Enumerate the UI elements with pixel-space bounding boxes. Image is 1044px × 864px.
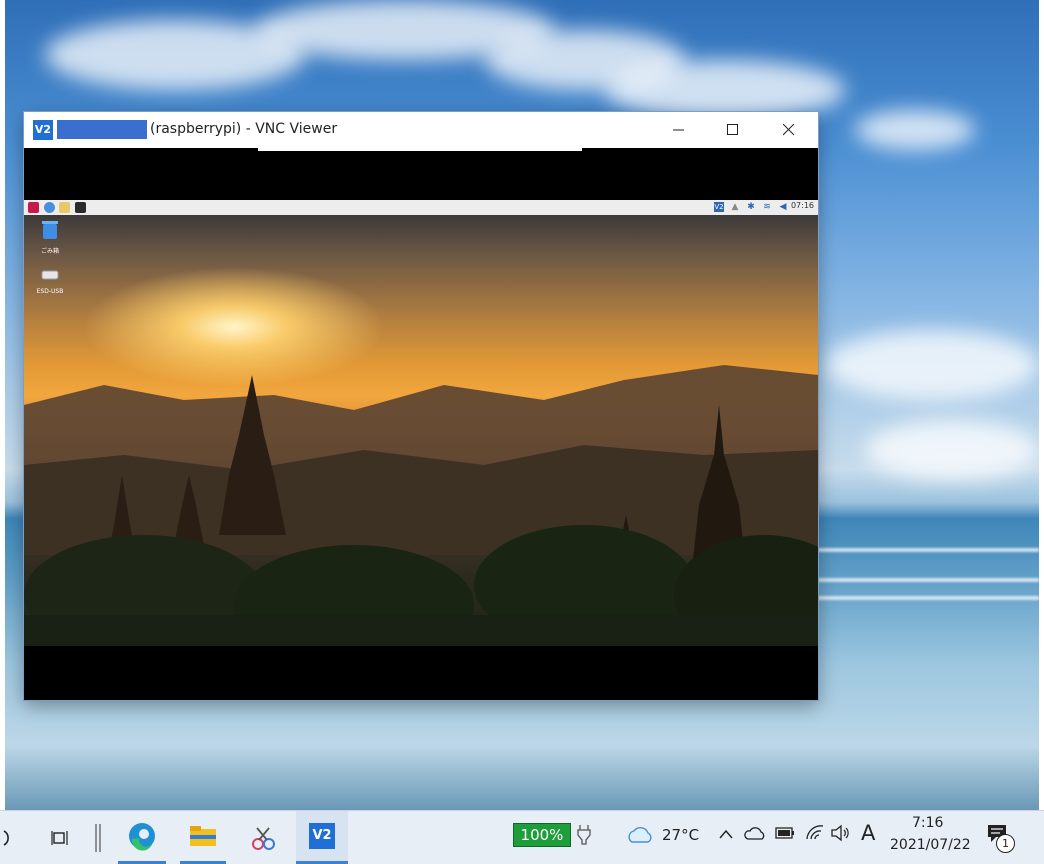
folder-icon <box>190 826 216 846</box>
search-button[interactable] <box>0 811 18 864</box>
pi-clock[interactable]: 07:16 <box>791 201 814 210</box>
weather-temperature[interactable]: 27°C <box>662 826 699 844</box>
redacted-hostname <box>57 120 147 139</box>
maximize-icon <box>727 124 738 135</box>
browser-icon[interactable] <box>44 202 55 213</box>
volume-icon[interactable] <box>830 824 852 846</box>
notification-count-badge: 1 <box>996 834 1015 853</box>
close-button[interactable] <box>766 112 812 148</box>
task-view-button[interactable] <box>40 811 80 864</box>
vnc-viewer-window[interactable]: V2 (raspberrypi) - VNC Viewer V2 ▲ ✱ ≋ ◀… <box>24 112 818 700</box>
minimize-icon <box>673 129 684 131</box>
eject-icon[interactable]: ▲ <box>730 202 740 212</box>
taskbar-edge[interactable] <box>118 811 166 864</box>
window-title: (raspberrypi) - VNC Viewer <box>150 121 338 137</box>
pi-taskbar: V2 ▲ ✱ ≋ ◀ 07:16 <box>24 200 818 216</box>
desktop-icon-label: ESD-USB <box>36 288 64 295</box>
task-view-icon <box>51 830 68 845</box>
battery-percent-badge[interactable]: 100% <box>513 823 571 847</box>
taskbar-snipping-tool[interactable] <box>240 811 286 864</box>
input-method-indicator[interactable]: A <box>861 821 875 845</box>
power-plug-icon[interactable] <box>576 823 592 849</box>
onedrive-icon[interactable] <box>744 826 766 845</box>
taskbar-file-explorer[interactable] <box>180 811 226 864</box>
vnc-tray-icon[interactable]: V2 <box>714 202 724 212</box>
trash-icon <box>42 221 58 239</box>
taskbar-separator <box>90 811 106 864</box>
folder-icon[interactable] <box>59 202 70 213</box>
show-hidden-icons-button[interactable] <box>718 826 734 845</box>
drive-icon <box>41 270 59 280</box>
raspberry-menu-icon[interactable] <box>28 202 39 213</box>
vnc-logo-icon: V2 <box>309 823 335 849</box>
maximize-button[interactable] <box>710 112 756 148</box>
vnc-titlebar[interactable]: V2 (raspberrypi) - VNC Viewer <box>24 112 818 148</box>
clock-date[interactable]: 2021/07/22 <box>890 837 971 853</box>
weather-cloud-icon[interactable] <box>626 826 654 848</box>
temples-and-trees <box>24 375 818 646</box>
clock-time[interactable]: 7:16 <box>912 815 943 831</box>
search-icon <box>3 829 9 846</box>
edge-icon <box>129 823 155 851</box>
terminal-icon[interactable] <box>75 202 86 213</box>
wifi-icon[interactable] <box>804 824 826 846</box>
close-icon <box>783 124 795 136</box>
minimize-button[interactable] <box>656 112 702 148</box>
chevron-up-icon <box>719 829 733 839</box>
battery-icon[interactable] <box>772 824 796 846</box>
remote-screen[interactable]: V2 ▲ ✱ ≋ ◀ 07:16 ごみ箱 ESD-USB <box>24 200 818 646</box>
desktop-icon-label: ごみ箱 <box>40 248 59 255</box>
vnc-logo-icon: V2 <box>33 120 53 140</box>
snipping-tool-icon <box>252 826 275 850</box>
wifi-icon[interactable]: ≋ <box>762 202 772 212</box>
remote-wallpaper: ごみ箱 ESD-USB <box>24 215 818 646</box>
vnc-toolbar-handle[interactable] <box>258 148 582 151</box>
desktop-icon-trash[interactable]: ごみ箱 <box>30 220 70 255</box>
taskbar-vnc-viewer[interactable]: V2 <box>296 811 348 864</box>
volume-icon[interactable]: ◀ <box>778 202 788 212</box>
desktop-icon-esd-usb[interactable]: ESD-USB <box>30 267 70 295</box>
bluetooth-icon[interactable]: ✱ <box>746 202 756 212</box>
